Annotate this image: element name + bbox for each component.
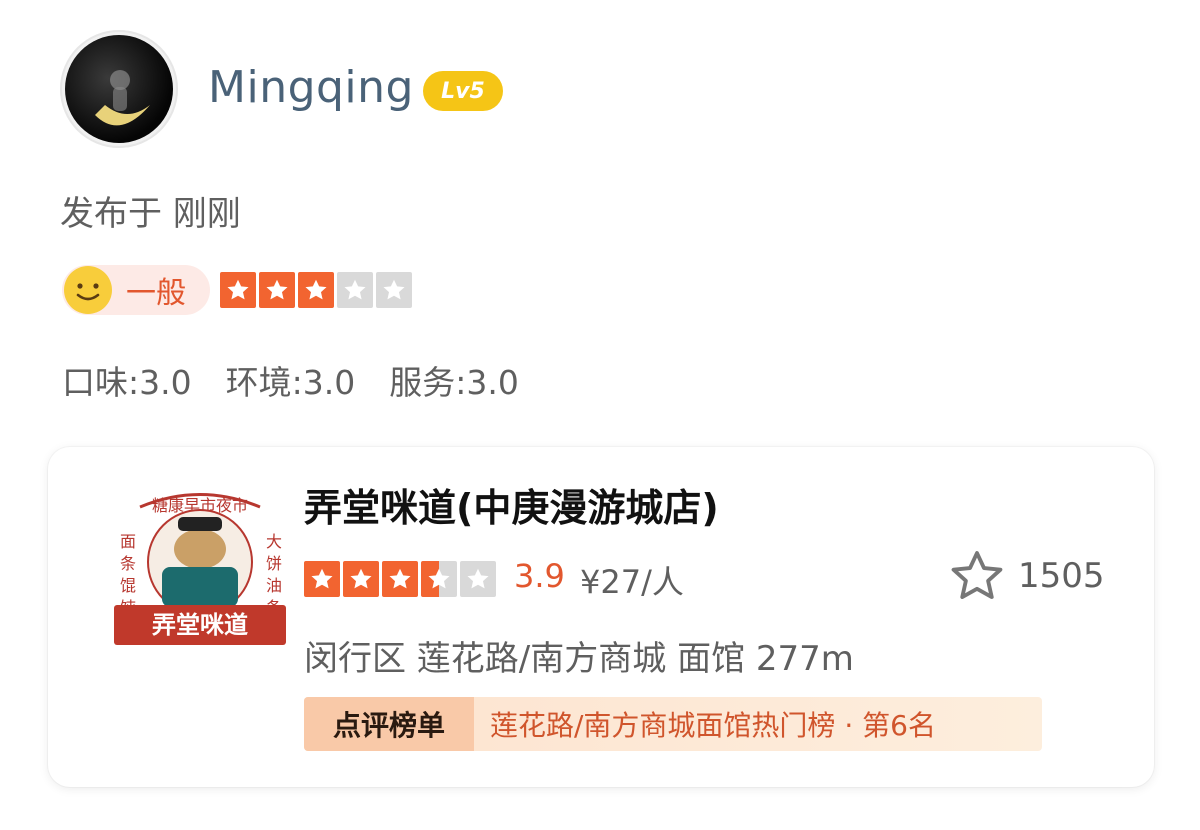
taste-rating: 口味:3.0 (62, 363, 192, 402)
star-icon (304, 561, 340, 597)
svg-text:馄: 馄 (120, 576, 136, 595)
star-icon (382, 561, 418, 597)
review-star-rating (220, 272, 412, 308)
star-icon (421, 561, 457, 597)
star-icon (460, 561, 496, 597)
ranking-tag: 点评榜单 (304, 697, 474, 751)
moon-icon (95, 70, 150, 126)
shop-star-rating (304, 561, 496, 597)
posted-time: 发布于 刚刚 (60, 194, 241, 234)
sentiment-pill: 一般 (62, 265, 210, 315)
logo-text: 弄堂咪道 (152, 611, 248, 639)
avatar-image (65, 35, 173, 143)
favorite-button[interactable]: 1505 (948, 547, 1105, 605)
svg-text:面: 面 (120, 532, 136, 551)
star-icon (337, 272, 373, 308)
price-per-person: ¥27/人 (580, 563, 684, 601)
star-icon (220, 272, 256, 308)
environment-rating: 环境:3.0 (225, 363, 356, 402)
star-icon (298, 272, 334, 308)
svg-text:油: 油 (266, 576, 282, 595)
shop-location: 闵行区 莲花路/南方商城 面馆 277m (304, 639, 854, 679)
star-icon (376, 272, 412, 308)
sentiment-label: 一般 (126, 276, 186, 311)
smile-icon (64, 266, 112, 314)
star-icon (343, 561, 379, 597)
sub-ratings: 口味:3.0 环境:3.0 服务:3.0 (62, 356, 519, 404)
shop-card[interactable]: 糖康早市夜市 面 条 馄 饨 大 饼 油 条 弄堂咪道 弄堂咪道(中庚漫游城店)… (48, 447, 1154, 787)
ranking-text: 莲花路/南方商城面馆热门榜 · 第6名 (490, 709, 936, 742)
shop-score: 3.9 (514, 557, 565, 595)
user-avatar[interactable] (60, 30, 178, 148)
star-icon (259, 272, 295, 308)
svg-text:大: 大 (266, 532, 282, 551)
ranking-banner[interactable]: 点评榜单 莲花路/南方商城面馆热门榜 · 第6名 (304, 697, 1042, 751)
svg-text:条: 条 (120, 554, 136, 573)
level-badge: Lv5 (423, 71, 503, 111)
star-outline-icon (951, 551, 1003, 599)
username[interactable]: Mingqing (208, 62, 414, 113)
svg-text:饼: 饼 (266, 554, 282, 573)
favorite-count: 1505 (1018, 556, 1105, 596)
shop-name[interactable]: 弄堂咪道(中庚漫游城店) (304, 477, 719, 532)
service-rating: 服务:3.0 (389, 363, 519, 402)
shop-logo: 糖康早市夜市 面 条 馄 饨 大 饼 油 条 弄堂咪道 (114, 493, 286, 645)
